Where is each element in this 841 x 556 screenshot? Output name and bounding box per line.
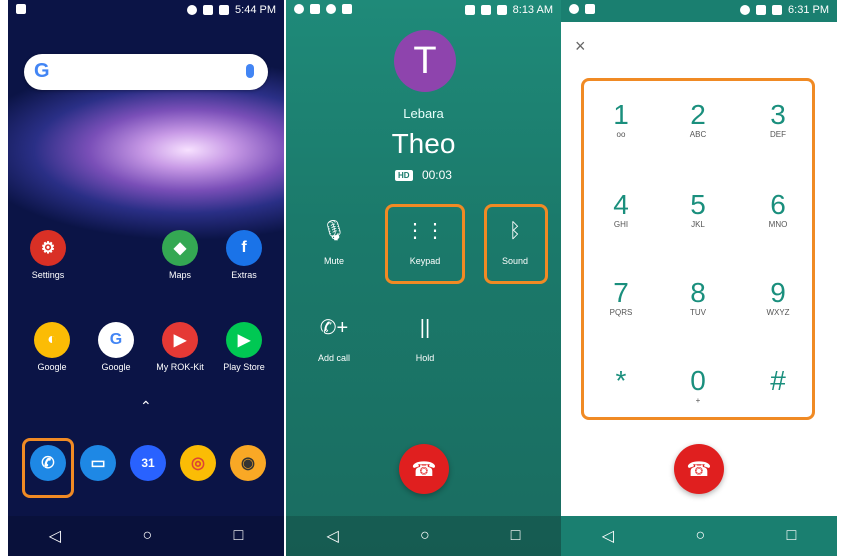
mic-icon[interactable] xyxy=(246,64,254,78)
rok-kit-icon: ▶ xyxy=(162,322,198,358)
dialpad-highlight xyxy=(581,78,815,420)
status-time: 5:44 PM xyxy=(235,4,276,16)
call-icon xyxy=(569,4,579,14)
battery-icon xyxy=(772,5,783,15)
calendar-icon[interactable]: 31 xyxy=(130,445,166,481)
bluetooth-icon xyxy=(464,5,475,15)
end-call-button[interactable]: ☎ xyxy=(399,444,449,494)
maps-icon: ◆ xyxy=(162,230,198,266)
back-icon[interactable]: ◁ xyxy=(602,526,614,546)
carrier-label: Lebara xyxy=(403,106,444,121)
home-icon[interactable]: ○ xyxy=(695,527,705,545)
battery-icon xyxy=(219,5,230,15)
app-label: Google xyxy=(101,362,131,372)
google-icon: G xyxy=(98,322,134,358)
settings-icon: ⚙ xyxy=(30,230,66,266)
app-label: Maps xyxy=(168,270,191,280)
home-screen: 5:44 PM G ⚙ Settings ◆ Maps f Extras ◐ G… xyxy=(8,0,284,556)
app-google-folder[interactable]: ◐ Google xyxy=(22,322,82,372)
in-call-screen: 8:13 AM T Lebara Theo HD 00:03 🎙 Mute ⋮⋮… xyxy=(286,0,561,556)
mute-button[interactable]: 🎙 Mute xyxy=(294,218,374,266)
recents-icon[interactable]: □ xyxy=(787,527,797,545)
app-google[interactable]: G Google xyxy=(86,322,146,372)
sound-highlight xyxy=(484,204,548,284)
app-extras[interactable]: f Extras xyxy=(214,230,274,280)
extras-icon: f xyxy=(226,230,262,266)
contact-avatar: T xyxy=(394,30,456,92)
keypad-highlight xyxy=(385,204,465,284)
control-label: Mute xyxy=(323,256,344,266)
app-label: Extras xyxy=(231,270,257,280)
phone-highlight xyxy=(22,438,74,498)
status-bar: 6:31 PM xyxy=(561,0,837,22)
control-label: Hold xyxy=(415,353,435,363)
google-logo: G xyxy=(34,60,50,82)
dialer-screen: 6:31 PM × 1 ᴏᴏ 2 ABC 3 DEF 4 GHI 5 JKL 6… xyxy=(561,0,837,556)
app-label: Play Store xyxy=(223,362,265,372)
signal-icon xyxy=(756,5,767,15)
hold-button[interactable]: || Hold xyxy=(385,315,465,363)
play-store-icon: ▶ xyxy=(226,322,262,358)
recents-icon[interactable]: □ xyxy=(511,527,521,545)
status-bar: 8:13 AM xyxy=(286,0,561,22)
back-icon[interactable]: ◁ xyxy=(327,526,339,546)
wifi-icon xyxy=(740,5,751,15)
back-icon[interactable]: ◁ xyxy=(49,526,61,546)
app-label: My ROK-Kit xyxy=(156,362,204,372)
google-search-bar[interactable]: G xyxy=(24,54,268,90)
hang-up-icon: ☎ xyxy=(411,458,437,481)
app-label: Google xyxy=(37,362,67,372)
app-maps[interactable]: ◆ Maps xyxy=(150,230,210,280)
google-folder-icon: ◐ xyxy=(34,322,70,358)
signal-icon xyxy=(203,5,214,15)
notification-icon xyxy=(16,4,26,14)
call-duration: 00:03 xyxy=(421,168,452,182)
control-label: Add call xyxy=(317,353,351,363)
close-icon[interactable]: × xyxy=(575,36,586,57)
app-label: Settings xyxy=(31,270,65,280)
nav-bar: ◁ ○ □ xyxy=(8,516,284,556)
wifi-icon xyxy=(187,5,198,15)
app-play-store[interactable]: ▶ Play Store xyxy=(214,322,274,372)
nav-bar: ◁ ○ □ xyxy=(561,516,837,556)
add-call-button[interactable]: ✆+ Add call xyxy=(294,315,374,363)
mic-off-icon: 🎙 xyxy=(321,220,347,242)
hd-badge: HD xyxy=(395,170,413,182)
status-time: 8:13 AM xyxy=(512,4,553,16)
signal-icon xyxy=(480,5,491,15)
call-icon xyxy=(294,4,304,14)
status-bar: 5:44 PM xyxy=(8,0,284,22)
end-call-button[interactable]: ☎ xyxy=(674,444,724,494)
image-icon xyxy=(585,4,595,14)
app-drawer-arrow-icon[interactable]: ⌃ xyxy=(140,398,152,415)
call-timer: HD 00:03 xyxy=(286,168,561,182)
hang-up-icon: ☎ xyxy=(686,458,712,481)
battery-icon xyxy=(496,5,507,15)
caller-name: Theo xyxy=(391,128,456,159)
add-call-icon: ✆+ xyxy=(319,317,349,339)
app-settings[interactable]: ⚙ Settings xyxy=(18,230,78,280)
home-icon[interactable]: ○ xyxy=(420,527,430,545)
chrome-icon[interactable]: ◎ xyxy=(180,445,216,481)
pause-icon: || xyxy=(419,317,431,339)
home-icon[interactable]: ○ xyxy=(142,527,152,545)
compass-icon xyxy=(326,4,336,14)
nav-bar: ◁ ○ □ xyxy=(286,516,561,556)
image-icon xyxy=(342,4,352,14)
status-time: 6:31 PM xyxy=(788,4,829,16)
camera-icon[interactable]: ◉ xyxy=(230,445,266,481)
recents-icon[interactable]: □ xyxy=(234,527,244,545)
messages-icon[interactable]: ▭ xyxy=(80,445,116,481)
notification-icon xyxy=(310,4,320,14)
app-my-rok-kit[interactable]: ▶ My ROK-Kit xyxy=(150,322,210,372)
